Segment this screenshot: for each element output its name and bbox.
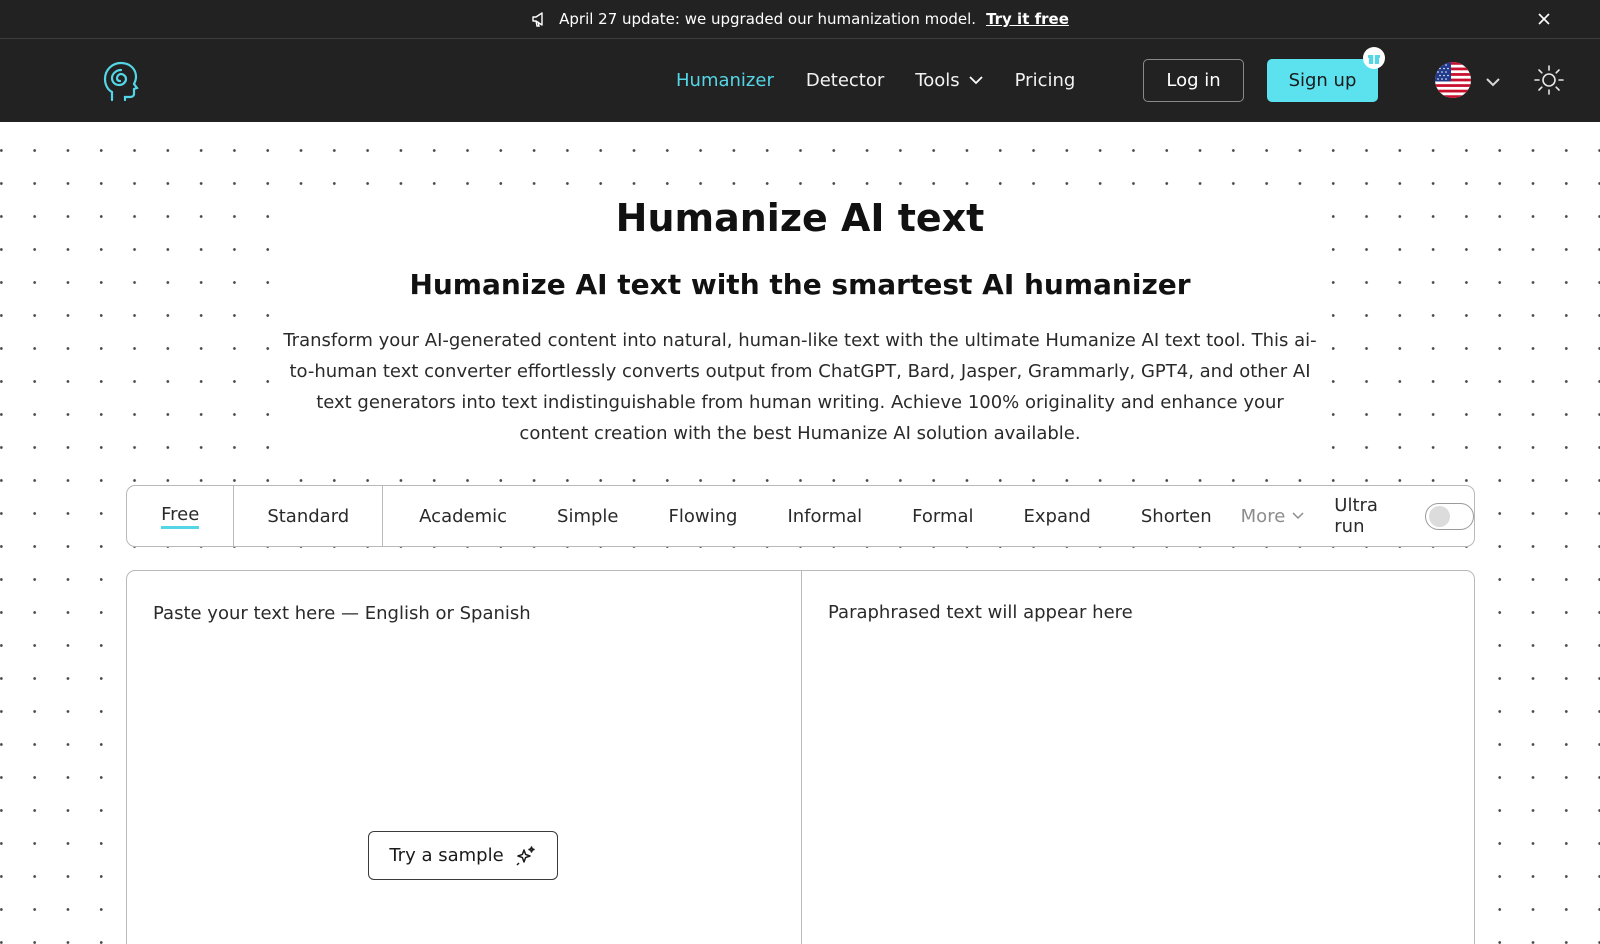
mode-academic[interactable]: Academic [383, 486, 532, 546]
mode-formal[interactable]: Formal [887, 486, 998, 546]
try-sample-button[interactable]: Try a sample [368, 831, 558, 880]
sparkle-icon [515, 845, 537, 867]
logo-icon[interactable] [98, 57, 140, 103]
chevron-down-icon [968, 76, 983, 85]
nav-pricing[interactable]: Pricing [1015, 70, 1076, 91]
mode-expand[interactable]: Expand [999, 486, 1116, 546]
mode-free[interactable]: Free [127, 486, 235, 546]
us-flag-icon[interactable] [1435, 62, 1471, 98]
mode-standard[interactable]: Standard [234, 486, 384, 546]
chevron-down-icon [1292, 512, 1304, 520]
input-placeholder: Paste your text here — English or Spanis… [153, 603, 531, 624]
nav-detector[interactable]: Detector [806, 70, 884, 91]
close-icon[interactable] [1534, 9, 1554, 29]
mode-free-label: Free [161, 504, 200, 529]
try-it-free-link[interactable]: Try it free [986, 10, 1069, 28]
more-modes-dropdown[interactable]: More [1241, 506, 1305, 527]
megaphone-icon [531, 10, 549, 28]
announcement-bar: April 27 update: we upgraded our humaniz… [0, 0, 1600, 39]
output-text-area: Paraphrased text will appear here [802, 571, 1475, 944]
nav-tools-label: Tools [915, 70, 960, 91]
page-title: Humanize AI text [615, 196, 985, 240]
output-placeholder: Paraphrased text will appear here [828, 602, 1133, 623]
top-navigation: Humanizer Detector Tools Pricing Log in … [0, 39, 1600, 122]
login-button[interactable]: Log in [1143, 59, 1244, 102]
toggle-knob [1428, 505, 1450, 527]
gift-icon [1363, 47, 1385, 69]
announcement-text: April 27 update: we upgraded our humaniz… [559, 10, 977, 28]
more-label: More [1240, 505, 1286, 527]
editor-panel: Paste your text here — English or Spanis… [126, 570, 1475, 944]
mode-informal[interactable]: Informal [762, 486, 887, 546]
ultra-run-label: Ultra run [1334, 495, 1378, 537]
mode-flowing[interactable]: Flowing [644, 486, 763, 546]
nav-humanizer[interactable]: Humanizer [676, 70, 774, 91]
try-sample-label: Try a sample [389, 845, 504, 866]
signup-button[interactable]: Sign up [1267, 59, 1378, 102]
nav-tools[interactable]: Tools [915, 70, 983, 91]
page-description: Transform your AI-generated content into… [283, 330, 1317, 444]
sun-icon[interactable] [1533, 64, 1565, 96]
page-subtitle: Humanize AI text with the smartest AI hu… [409, 268, 1191, 301]
mode-simple[interactable]: Simple [532, 486, 643, 546]
input-text-area[interactable]: Paste your text here — English or Spanis… [127, 571, 801, 944]
ultra-run-toggle[interactable] [1424, 502, 1474, 530]
mode-shorten[interactable]: Shorten [1116, 486, 1237, 546]
language-chevron-icon[interactable] [1485, 73, 1501, 87]
mode-selector: Free Standard Academic Simple Flowing In… [126, 485, 1475, 547]
